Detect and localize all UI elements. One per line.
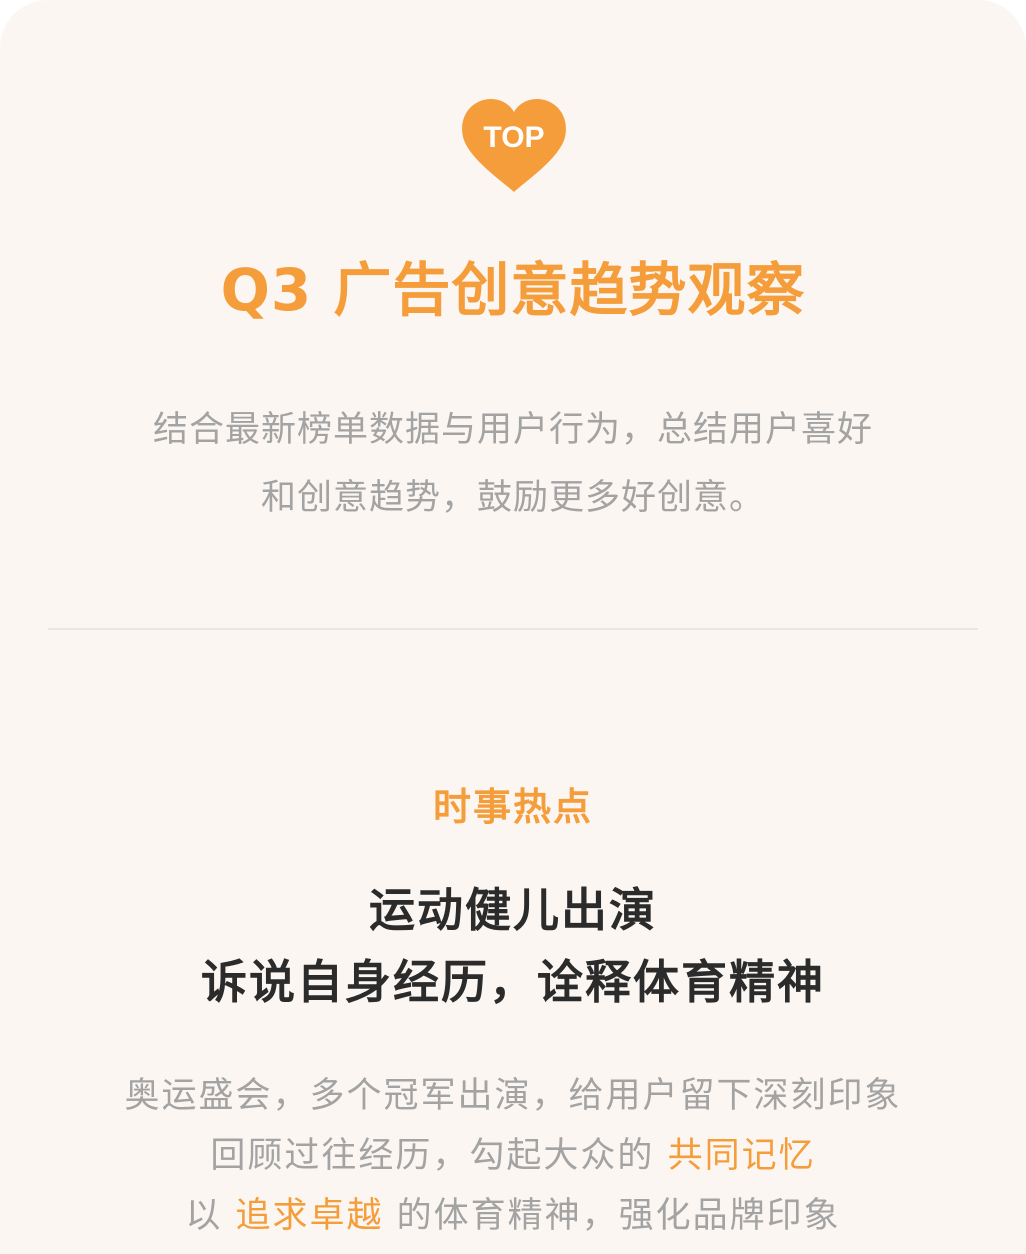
report-card: TOP Q3 广告创意趋势观察 结合最新榜单数据与用户行为，总结用户喜好 和创意… [0, 0, 1026, 1254]
body-text-segment: 回顾过往经历，勾起大众的 [210, 1136, 655, 1176]
intro-line: 和创意趋势，鼓励更多好创意。 [260, 478, 765, 518]
highlight-text: 追求卓越 [235, 1196, 384, 1236]
divider [48, 628, 978, 630]
heart-icon: TOP [462, 99, 566, 192]
headline-line: 运动健儿出演 [369, 883, 657, 937]
body-line: 回顾过往经历，勾起大众的 共同记忆 [0, 1126, 1026, 1186]
section-body: 奥运盛会，多个冠军出演，给用户留下深刻印象 回顾过往经历，勾起大众的 共同记忆 … [0, 1066, 1026, 1246]
section-tag: 时事热点 [432, 785, 593, 829]
body-text-segment: 的体育精神，强化品牌印象 [396, 1196, 841, 1236]
section-headline: 运动健儿出演 诉说自身经历，诠释体育精神 [0, 874, 1026, 1018]
body-line: 以 追求卓越 的体育精神，强化品牌印象 [0, 1186, 1026, 1246]
body-text-segment: 以 [185, 1196, 223, 1236]
top-badge: TOP [458, 94, 570, 196]
badge-label: TOP [483, 121, 544, 154]
body-line: 奥运盛会，多个冠军出演，给用户留下深刻印象 [124, 1076, 902, 1116]
headline-line: 诉说自身经历，诠释体育精神 [201, 955, 825, 1009]
report-title: Q3 广告创意趋势观察 [220, 256, 806, 324]
highlight-text: 共同记忆 [667, 1136, 816, 1176]
intro-line: 结合最新榜单数据与用户行为，总结用户喜好 [152, 410, 873, 450]
intro-text: 结合最新榜单数据与用户行为，总结用户喜好 和创意趋势，鼓励更多好创意。 [0, 396, 1026, 532]
